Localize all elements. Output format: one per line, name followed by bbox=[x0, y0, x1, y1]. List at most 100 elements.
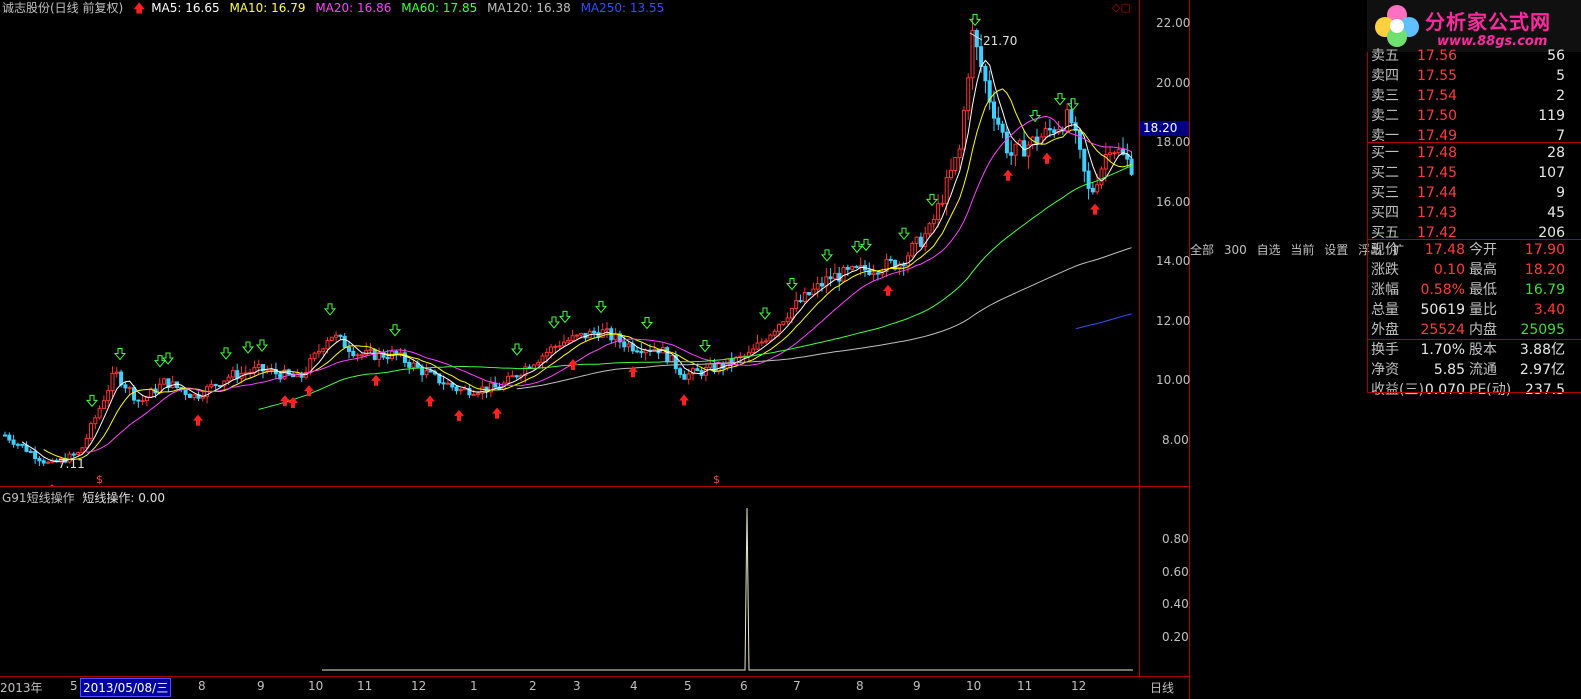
candle-body bbox=[11, 439, 16, 445]
ma120-line bbox=[516, 247, 1132, 390]
time-label: 1 bbox=[470, 679, 478, 693]
candle-body bbox=[936, 203, 941, 220]
candle-body bbox=[914, 236, 919, 244]
candle-body bbox=[226, 376, 231, 382]
candle-body bbox=[325, 340, 330, 350]
sell-arrow-icon bbox=[161, 352, 175, 365]
stat-value: 18.20 bbox=[1524, 262, 1565, 278]
candle-body bbox=[347, 346, 351, 352]
candle-body bbox=[996, 117, 1001, 125]
fund-label: 流通 bbox=[1469, 362, 1497, 378]
candle-body bbox=[454, 386, 459, 392]
candle-body bbox=[992, 101, 996, 119]
candle-body bbox=[76, 451, 81, 456]
candle-body bbox=[570, 335, 575, 341]
candle-body bbox=[798, 300, 803, 303]
fund-value: 0.070 bbox=[1424, 382, 1465, 398]
ask-label: 卖四 bbox=[1371, 68, 1399, 84]
stat-value: 16.79 bbox=[1524, 282, 1565, 298]
candle-body bbox=[445, 382, 450, 385]
ask-volume: 5 bbox=[1556, 68, 1565, 84]
fund-label: 收益(三) bbox=[1371, 382, 1424, 398]
time-label: 12 bbox=[1071, 679, 1087, 693]
bid-row: 买一 17.48 28 bbox=[1367, 143, 1581, 163]
candle-body bbox=[536, 361, 541, 366]
candle-body bbox=[351, 350, 356, 356]
fund-label: PE(动) bbox=[1469, 382, 1512, 398]
toolbar-item-all[interactable]: 全部 bbox=[1190, 243, 1214, 257]
sell-arrow-icon bbox=[113, 348, 127, 361]
stat-label: 量比 bbox=[1469, 302, 1497, 318]
candle-body bbox=[140, 400, 145, 403]
candle-body bbox=[940, 202, 945, 205]
candle-body bbox=[682, 373, 687, 380]
bid-price: 17.45 bbox=[1417, 165, 1458, 181]
candle-body bbox=[979, 46, 984, 67]
candle-body bbox=[450, 382, 455, 388]
time-label: 11 bbox=[357, 679, 373, 693]
candle-body bbox=[918, 236, 923, 247]
candle-body bbox=[355, 354, 360, 357]
time-label: 5 bbox=[70, 679, 78, 693]
candle-body bbox=[944, 177, 949, 204]
candle-body bbox=[613, 333, 618, 341]
candle-body bbox=[41, 460, 46, 464]
candle-body bbox=[540, 355, 545, 363]
candle-body bbox=[768, 334, 773, 342]
indicator-title[interactable]: G91短线操作 bbox=[2, 491, 75, 505]
candle-body bbox=[764, 340, 769, 343]
bid-label: 买一 bbox=[1371, 145, 1399, 161]
candle-body bbox=[1043, 128, 1048, 138]
toolbar-item-300[interactable]: 300 bbox=[1224, 243, 1247, 257]
sell-arrow-icon bbox=[640, 316, 654, 330]
stat-label: 涨幅 bbox=[1371, 282, 1399, 298]
candle-body bbox=[441, 382, 446, 385]
sell-arrow-icon bbox=[547, 316, 561, 329]
sell-arrow-icon bbox=[1028, 110, 1042, 123]
fundamental-row: 净资 5.85 流通 2.97亿 bbox=[1367, 360, 1581, 380]
price-tick: 12.00 bbox=[1156, 314, 1191, 328]
candle-body bbox=[854, 265, 859, 268]
candle-body bbox=[712, 363, 717, 373]
candle-body bbox=[119, 371, 124, 386]
candle-body bbox=[605, 328, 609, 331]
candle-body bbox=[192, 394, 197, 398]
toolbar-item-current[interactable]: 当前 bbox=[1290, 243, 1314, 257]
stat-value: 50619 bbox=[1420, 302, 1465, 318]
candle-body bbox=[1069, 109, 1074, 124]
price-tick: 16.00 bbox=[1156, 195, 1191, 209]
window-controls-icon[interactable]: ◇▢ bbox=[1112, 1, 1131, 14]
candle-body bbox=[46, 461, 50, 464]
arrow-up-icon: 🡅 bbox=[133, 1, 146, 15]
buy-arrow-icon bbox=[883, 284, 893, 296]
candle-body bbox=[1078, 129, 1082, 150]
toolbar-item-watchlist[interactable]: 自选 bbox=[1257, 243, 1281, 257]
candle-body bbox=[136, 399, 141, 402]
candlestick-chart[interactable]: 21.70 7.11 $ $ bbox=[0, 0, 1140, 486]
candle-body bbox=[71, 453, 76, 456]
ask-row: 卖二 17.50 119 bbox=[1367, 106, 1581, 126]
candle-body bbox=[665, 347, 670, 363]
candle-body bbox=[695, 368, 700, 372]
indicator-chart[interactable] bbox=[0, 488, 1140, 674]
bid-volume: 28 bbox=[1547, 145, 1565, 161]
candle-body bbox=[218, 385, 222, 388]
candle-body bbox=[708, 363, 713, 368]
candle-body bbox=[364, 349, 369, 356]
period-label[interactable]: 日线 bbox=[1150, 679, 1174, 696]
candle-body bbox=[1009, 152, 1014, 156]
toolbar-item-settings[interactable]: 设置 bbox=[1324, 243, 1348, 257]
sell-arrow-icon bbox=[85, 394, 99, 408]
time-label: 2013年 bbox=[0, 681, 43, 695]
candle-body bbox=[566, 339, 571, 343]
candle-body bbox=[390, 350, 394, 360]
candle-body bbox=[368, 349, 373, 352]
stock-title[interactable]: 诚志股份(日线 前复权) bbox=[2, 1, 123, 15]
time-label: 4 bbox=[630, 679, 638, 693]
candle-body bbox=[622, 341, 627, 348]
ask-price: 17.50 bbox=[1417, 108, 1458, 124]
candle-body bbox=[334, 334, 339, 338]
candle-body bbox=[772, 330, 777, 336]
candle-body bbox=[1026, 144, 1031, 157]
candle-body bbox=[686, 373, 691, 380]
